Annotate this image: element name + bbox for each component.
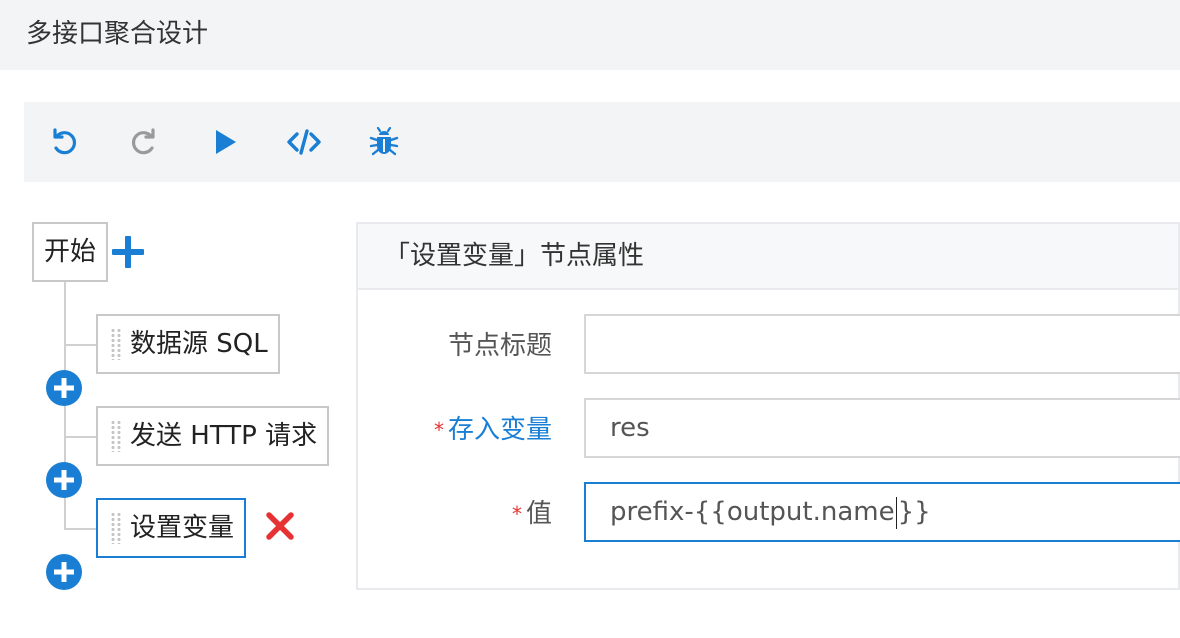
delete-node-icon[interactable]	[264, 510, 296, 542]
tree-branch	[64, 344, 96, 346]
page-title: 多接口聚合设计	[26, 19, 209, 49]
flow-tree: 开始 数据源 SQL 发送 HTTP 请求 设置变量	[0, 200, 350, 620]
node-title-input[interactable]	[584, 314, 1180, 374]
code-icon	[287, 129, 321, 155]
code-button[interactable]	[284, 122, 324, 162]
panel-header: 「设置变量」节点属性	[358, 224, 1178, 290]
store-variable-input[interactable]: res	[584, 398, 1180, 458]
redo-icon	[131, 128, 155, 155]
undo-button[interactable]	[44, 122, 84, 162]
required-mark: *	[433, 418, 444, 442]
page-header: 多接口聚合设计	[0, 0, 1180, 70]
value-text-after-caret: }}	[897, 497, 931, 527]
debug-button[interactable]	[364, 122, 404, 162]
tree-branch	[64, 528, 96, 530]
tree-node-sql[interactable]: 数据源 SQL	[96, 314, 280, 374]
add-node-icon[interactable]	[108, 232, 148, 272]
add-circle-icon[interactable]	[46, 462, 82, 498]
redo-button[interactable]	[124, 122, 164, 162]
value-input[interactable]: prefix-{{output.name}}	[584, 482, 1180, 542]
panel-title: 「设置变量」节点属性	[384, 241, 645, 271]
value-label: * 值	[372, 496, 552, 532]
value-label-text: 值	[525, 499, 552, 529]
value-text-before-caret: prefix-{{output.name	[610, 497, 895, 527]
play-icon	[216, 130, 236, 154]
node-title-label-text: 节点标题	[447, 331, 552, 361]
drag-handle-icon[interactable]	[110, 420, 122, 452]
start-node[interactable]: 开始	[32, 222, 109, 282]
bug-icon	[369, 126, 399, 156]
node-title-label: 节点标题	[372, 328, 552, 364]
tree-node-label: 发送 HTTP 请求	[130, 421, 318, 451]
drag-handle-icon[interactable]	[110, 512, 122, 544]
store-variable-label: * 存入变量	[372, 412, 552, 448]
add-circle-icon[interactable]	[46, 370, 82, 406]
text-caret	[895, 496, 897, 529]
node-properties-panel: 「设置变量」节点属性 节点标题 * 存入变量 res * 值 prefix-{{ou…	[356, 222, 1180, 590]
store-variable-label-text: 存入变量	[447, 415, 552, 445]
tree-node-set-variable[interactable]: 设置变量	[96, 498, 247, 558]
tree-node-http[interactable]: 发送 HTTP 请求	[96, 406, 330, 466]
tree-branch	[64, 436, 96, 438]
run-button[interactable]	[204, 122, 244, 162]
tree-node-label: 设置变量	[130, 513, 235, 543]
drag-handle-icon[interactable]	[110, 328, 122, 360]
store-variable-value: res	[610, 413, 650, 443]
toolbar	[24, 102, 1180, 182]
add-circle-icon[interactable]	[46, 554, 82, 590]
undo-icon	[53, 128, 77, 155]
tree-node-label: 数据源 SQL	[130, 329, 268, 359]
required-mark: *	[511, 502, 522, 526]
